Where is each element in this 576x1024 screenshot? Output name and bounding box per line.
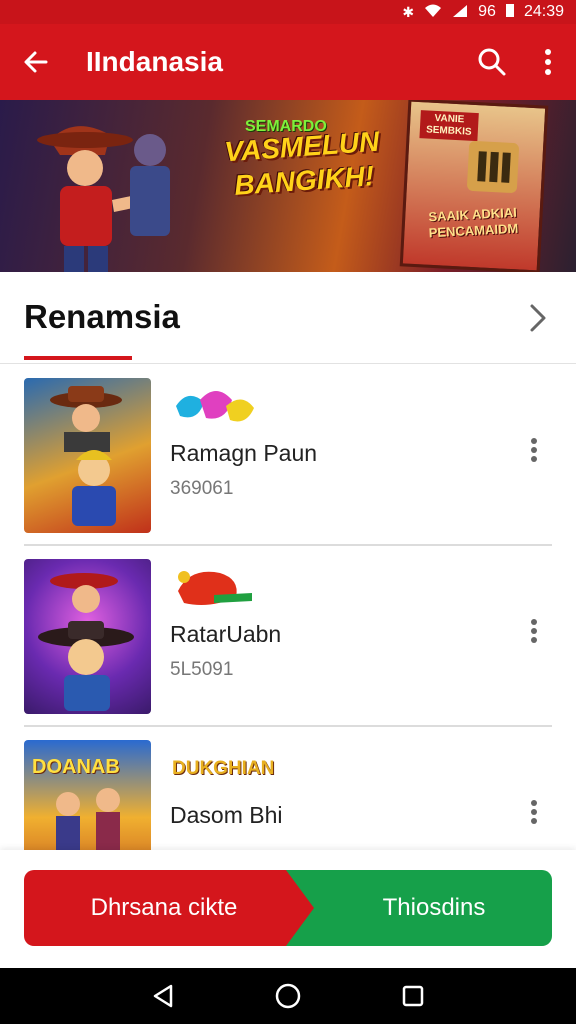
more-options-button[interactable] [520,24,576,100]
battery-icon [505,3,514,22]
cta-left-button[interactable]: Dhrsana cikte [24,870,314,946]
signal-icon [452,4,468,21]
list-item[interactable]: Ramagn Paun 369061 [0,366,576,546]
more-vert-icon [531,619,537,643]
poster-character-illustration [467,141,519,193]
list-item[interactable]: DOANAB DUKGHIAN Dasom Bhi [0,728,576,850]
game-logo-icon [176,391,254,422]
thumbnail-illustration [38,573,134,711]
thumbnail-illustration [56,788,120,850]
home-circle-icon [275,983,301,1009]
game-count: 5L5091 [170,659,234,680]
item-more-button[interactable] [514,611,554,651]
game-thumbnail [24,378,151,533]
wifi-icon [424,4,442,21]
more-vert-icon [545,49,551,75]
split-cta: Dhrsana cikte Thiosdins [24,870,552,946]
section-heading: Renamsia [24,298,180,335]
nav-home-button[interactable] [268,976,308,1016]
app-bar-title: IIndanasia [86,46,223,77]
item-more-button[interactable] [514,430,554,470]
nav-back-button[interactable] [143,976,183,1016]
banner-title: VASMELUN BANGIKH! [223,125,381,201]
section-underline [24,356,132,360]
game-title: RatarUabn [170,621,282,647]
more-vert-icon [531,438,537,462]
list-divider [24,725,552,727]
status-bar: ✱ 96 24:39 [0,0,576,24]
game-logo-text: DUKGHIAN [172,758,275,779]
poster-bottom-text: SAAIK ADKIAI PENCAMAIDM [428,204,519,241]
section-header[interactable]: Renamsia [0,272,576,364]
game-title: Ramagn Paun [170,440,318,466]
game-title: Dasom Bhi [170,802,283,828]
list-item[interactable]: RatarUabn 5L5091 [0,547,576,727]
list-divider [24,544,552,546]
back-triangle-icon [153,984,172,1008]
back-button[interactable] [0,24,72,100]
promo-banner[interactable]: SEMARDO VASMELUN BANGIKH! VANIE SEMBKIS … [0,100,576,272]
bluetooth-icon: ✱ [402,3,415,20]
game-thumbnail: DOANAB [24,740,151,850]
nav-recents-button[interactable] [393,976,433,1016]
game-count: 369061 [170,478,234,499]
banner-characters-illustration [37,126,170,272]
search-button[interactable] [464,24,520,100]
chevron-right-icon[interactable] [522,300,554,336]
game-thumbnail [24,559,151,714]
item-more-button[interactable] [514,792,554,832]
back-arrow-icon [24,51,48,73]
thumbnail-illustration [50,386,122,526]
recents-square-icon [403,985,424,1007]
search-icon [478,48,506,76]
more-vert-icon [531,800,537,824]
app-bar: IIndanasia [0,24,576,100]
cta-right-button[interactable]: Thiosdins [286,870,552,946]
banner-poster: VANIE SEMBKIS SAAIK ADKIAI PENCAMAIDM [399,100,549,272]
cta-container: Dhrsana cikte Thiosdins [0,850,576,968]
battery-text: 96 [478,3,496,20]
game-logo-icon [178,571,252,605]
status-time: 24:39 [523,3,564,20]
system-nav-bar [0,968,576,1024]
